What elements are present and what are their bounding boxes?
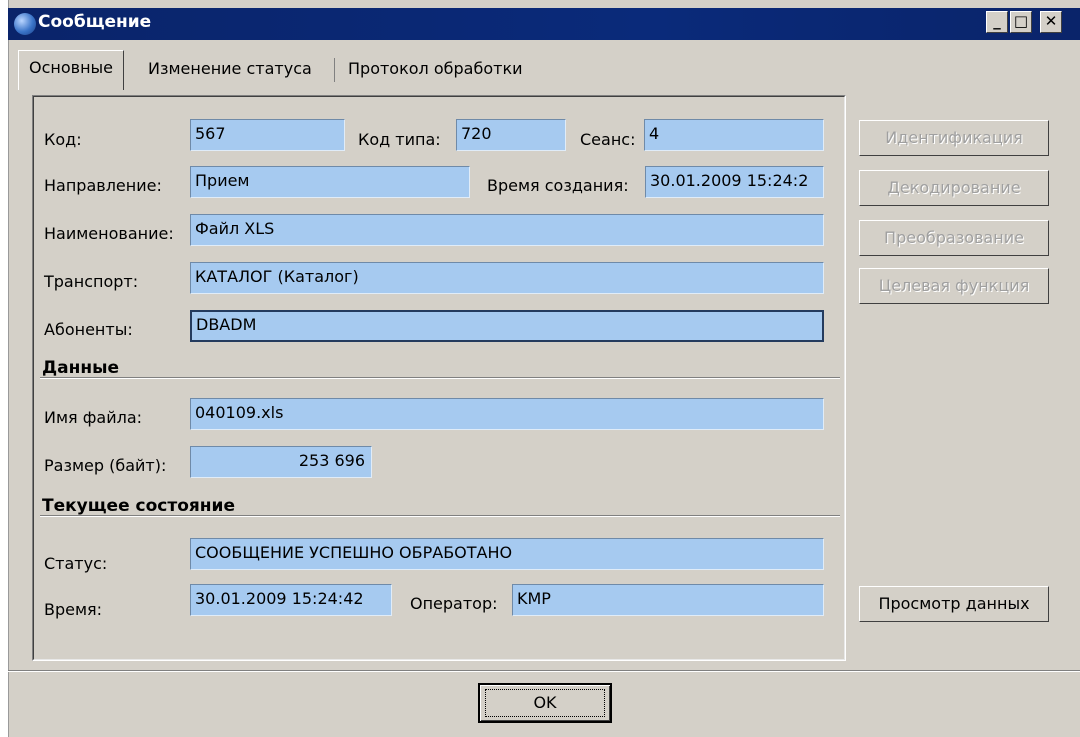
razmer-field[interactable]: 253 696 (190, 446, 372, 478)
transport-label: Транспорт: (44, 272, 139, 291)
naimenovanie-field[interactable]: Файл XLS (190, 214, 824, 246)
abonenty-label: Абоненты: (44, 320, 133, 339)
kod-field[interactable]: 567 (190, 119, 345, 151)
window-title: Сообщение (38, 12, 152, 32)
operator-field[interactable]: KMP (512, 584, 824, 616)
transport-field[interactable]: КАТАЛОГ (Каталог) (190, 262, 824, 294)
tab-separator (334, 58, 335, 82)
kod-tipa-field[interactable]: 720 (456, 119, 566, 151)
section-dannye-title: Данные (42, 358, 120, 378)
vremya-label: Время: (44, 600, 103, 619)
kod-tipa-label: Код типа: (358, 130, 441, 149)
imya-faila-label: Имя файла: (44, 408, 143, 427)
operator-label: Оператор: (410, 594, 498, 613)
globe-icon (14, 13, 36, 35)
tab-izmenenie-statusa[interactable]: Изменение статуса (138, 52, 322, 90)
status-label: Статус: (44, 554, 108, 573)
prosmotr-dannyh-button[interactable]: Просмотр данных (859, 586, 1049, 622)
seans-field[interactable]: 4 (644, 119, 824, 151)
title-bar[interactable] (8, 8, 1080, 40)
maximize-icon: □ (1013, 12, 1029, 30)
maximize-button[interactable]: □ (1010, 11, 1032, 33)
tab-protokol-obrabotki[interactable]: Протокол обработки (338, 52, 533, 90)
bottom-divider (8, 670, 1080, 672)
razmer-label: Размер (байт): (44, 456, 167, 475)
section-divider (40, 377, 840, 379)
tab-osnovnye[interactable]: Основные (18, 50, 125, 90)
kod-label: Код: (44, 130, 82, 149)
napravlenie-label: Направление: (44, 176, 162, 195)
celevaya-funkciya-button[interactable]: Целевая функция (859, 268, 1049, 304)
preobrazovanie-button[interactable]: Преобразование (859, 220, 1049, 256)
dekodirovanie-button[interactable]: Декодирование (859, 170, 1049, 206)
identifikaciya-button[interactable]: Идентификация (859, 120, 1049, 156)
naimenovanie-label: Наименование: (44, 224, 174, 243)
close-icon: ✕ (1044, 12, 1058, 30)
seans-label: Сеанс: (580, 130, 636, 149)
vremya-field[interactable]: 30.01.2009 15:24:42 (190, 584, 392, 616)
minimize-button[interactable]: _ (986, 11, 1008, 33)
minimize-icon: _ (993, 12, 1001, 30)
abonenty-field[interactable]: DBADM (190, 310, 824, 342)
close-button[interactable]: ✕ (1040, 11, 1062, 33)
vremya-sozdaniya-label: Время создания: (487, 176, 629, 195)
section-state-title: Текущее состояние (42, 496, 235, 516)
napravlenie-field[interactable]: Прием (190, 166, 470, 198)
section-divider (40, 515, 840, 517)
imya-faila-field[interactable]: 040109.xls (190, 398, 824, 430)
status-field[interactable]: СООБЩЕНИЕ УСПЕШНО ОБРАБОТАНО (190, 538, 824, 570)
vremya-sozdaniya-field[interactable]: 30.01.2009 15:24:2 (645, 166, 824, 198)
ok-focus-rect (485, 689, 605, 717)
